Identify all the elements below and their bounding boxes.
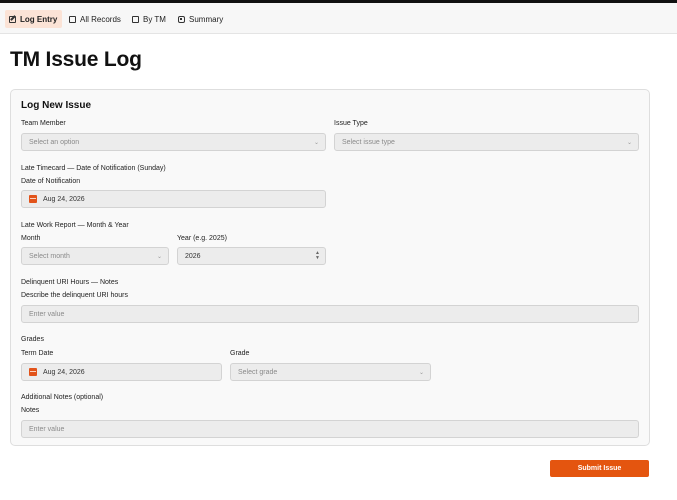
grade-select[interactable]: Select grade ⌄ xyxy=(230,363,431,381)
chevron-down-icon: ⌄ xyxy=(156,254,162,260)
team-member-label: Team Member xyxy=(21,120,66,127)
month-select[interactable]: Select month ⌄ xyxy=(21,247,169,265)
notification-date-input[interactable]: Aug 24, 2026 xyxy=(21,190,326,208)
tab-label: Log Entry xyxy=(20,14,58,24)
grade-label: Grade xyxy=(230,350,250,357)
checkbox-icon xyxy=(69,15,76,23)
delinquent-placeholder: Enter value xyxy=(29,310,65,318)
term-date-value: Aug 24, 2026 xyxy=(43,368,85,376)
summary-icon xyxy=(178,15,185,23)
tab-all-records[interactable]: All Records xyxy=(65,10,126,28)
notification-date-label: Date of Notification xyxy=(21,178,81,185)
month-placeholder: Select month xyxy=(29,252,70,260)
year-stepper[interactable]: 2026 ▲ ▼ xyxy=(177,247,326,265)
stepper-arrows-icon[interactable]: ▲ ▼ xyxy=(315,251,320,261)
chevron-down-icon: ⌄ xyxy=(626,140,632,146)
notification-date-value: Aug 24, 2026 xyxy=(43,195,85,203)
delinquent-input[interactable]: Enter value xyxy=(21,305,639,323)
notes-heading: Additional Notes (optional) xyxy=(21,394,104,401)
delinquent-heading: Delinquent URI Hours — Notes xyxy=(21,279,119,286)
tab-label: All Records xyxy=(80,14,121,24)
year-value: 2026 xyxy=(185,252,201,260)
chevron-down-icon: ⌄ xyxy=(313,140,319,146)
nav-bar: Log Entry All Records By TM Summary xyxy=(0,3,677,34)
submit-issue-button[interactable]: Submit Issue xyxy=(550,460,649,477)
edit-icon xyxy=(9,15,16,23)
checkbox-icon xyxy=(132,15,139,23)
grades-heading: Grades xyxy=(21,336,44,343)
year-label: Year (e.g. 2025) xyxy=(177,235,227,242)
tab-by-tm[interactable]: By TM xyxy=(128,10,171,28)
form-title: Log New Issue xyxy=(21,100,92,111)
issue-type-select[interactable]: Select issue type ⌄ xyxy=(334,133,639,151)
late-work-report-heading: Late Work Report — Month & Year xyxy=(21,222,129,229)
term-date-input[interactable]: Aug 24, 2026 xyxy=(21,363,222,381)
chevron-down-icon: ⌄ xyxy=(418,370,424,376)
calendar-icon xyxy=(29,195,37,203)
notes-label: Notes xyxy=(21,407,40,414)
month-label: Month xyxy=(21,235,41,242)
team-member-placeholder: Select an option xyxy=(29,138,80,146)
issue-type-label: Issue Type xyxy=(334,120,368,127)
delinquent-label: Describe the delinquent URI hours xyxy=(21,292,129,299)
late-timecard-heading: Late Timecard — Date of Notification (Su… xyxy=(21,165,166,172)
page-title: TM Issue Log xyxy=(10,48,142,71)
team-member-select[interactable]: Select an option ⌄ xyxy=(21,133,326,151)
notes-input[interactable]: Enter value xyxy=(21,420,639,438)
tab-log-entry[interactable]: Log Entry xyxy=(5,10,63,28)
calendar-icon xyxy=(29,368,37,376)
tab-summary[interactable]: Summary xyxy=(174,10,228,28)
grade-placeholder: Select grade xyxy=(238,368,278,376)
log-issue-form: Log New Issue Team Member Select an opti… xyxy=(10,89,650,446)
tab-label: Summary xyxy=(189,14,224,24)
issue-type-placeholder: Select issue type xyxy=(342,138,395,146)
term-date-label: Term Date xyxy=(21,350,54,357)
notes-placeholder: Enter value xyxy=(29,425,65,433)
tab-label: By TM xyxy=(143,14,166,24)
